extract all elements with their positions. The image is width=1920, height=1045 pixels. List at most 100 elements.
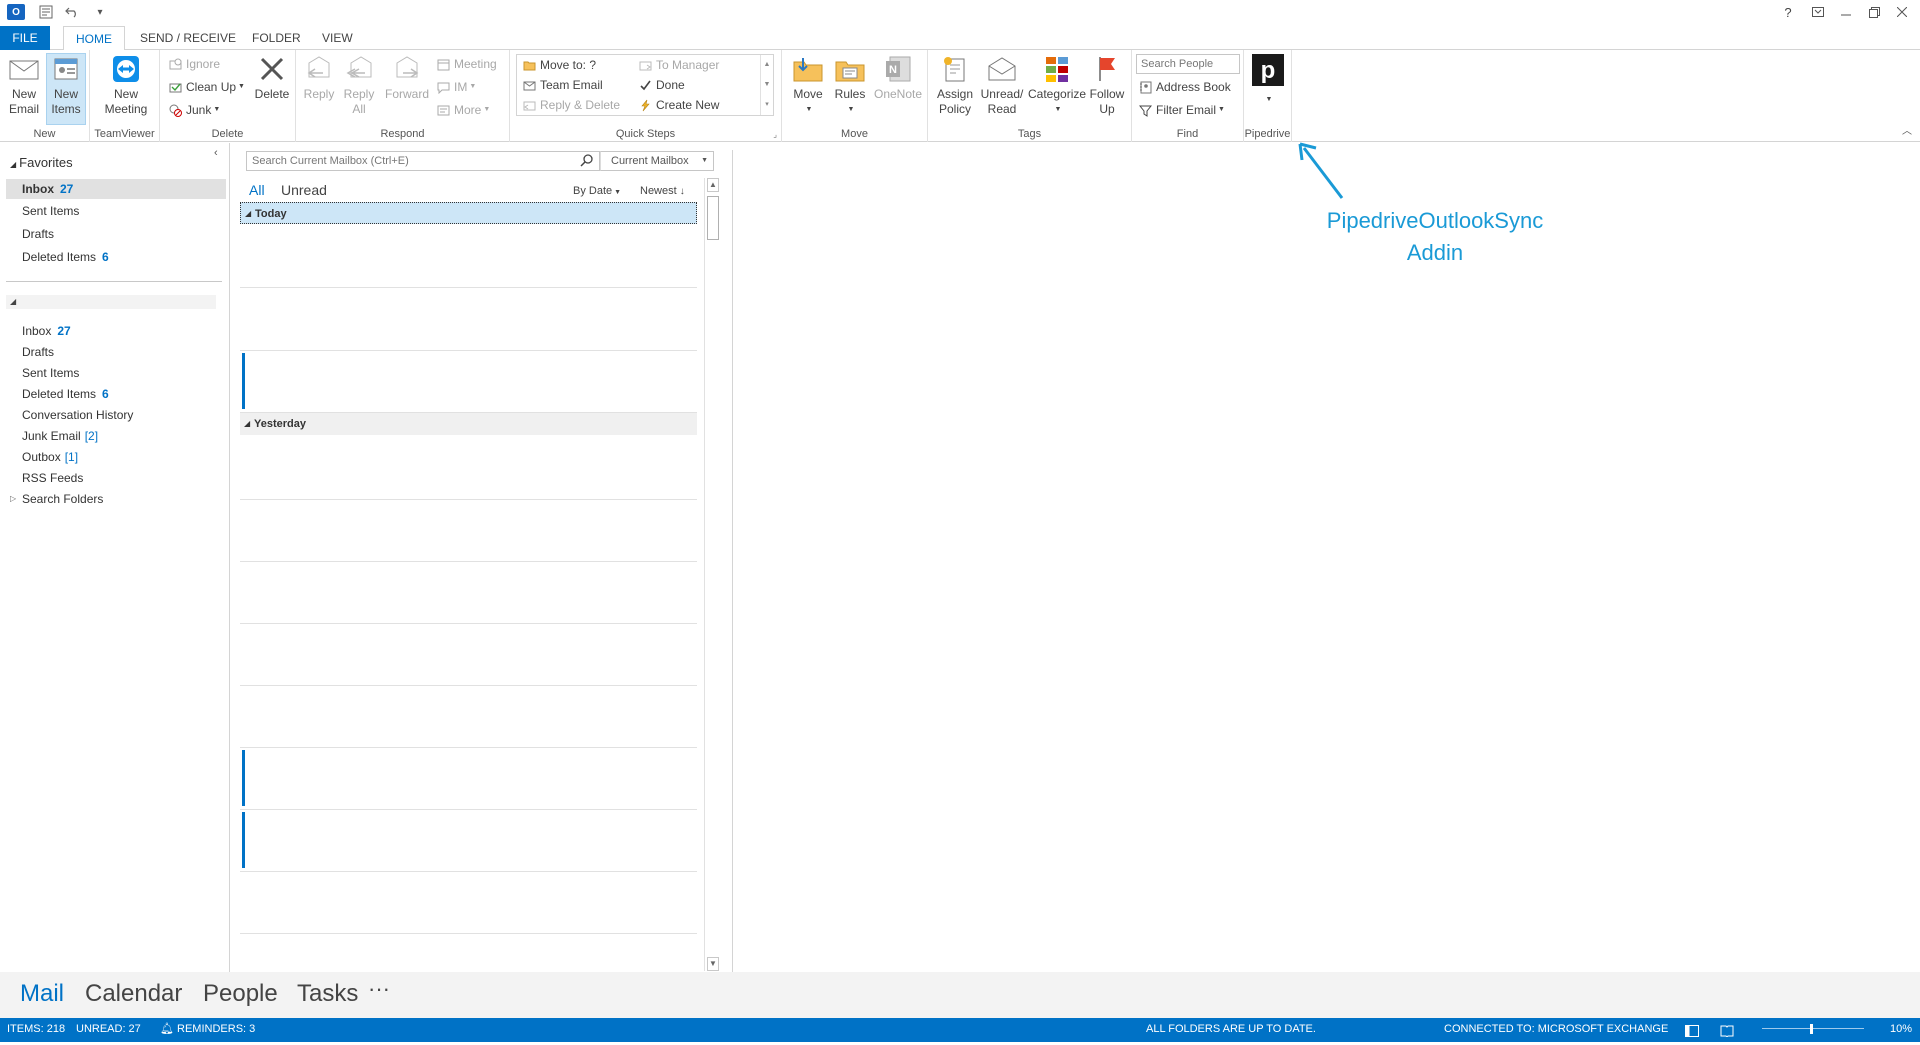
folder-search-folders[interactable]: ▷ Search Folders [10, 489, 103, 509]
tab-file[interactable]: FILE [0, 26, 50, 50]
collapse-ribbon-icon[interactable]: ︿ [1902, 122, 1912, 137]
search-people-input[interactable]: Search People [1136, 54, 1240, 74]
unread-read-button[interactable]: Unread/ Read [978, 54, 1026, 117]
clean-up-button[interactable]: Clean Up ▼ [168, 78, 245, 96]
ribbon-display-options-icon[interactable] [1804, 2, 1832, 22]
quick-step-reply-delete[interactable]: Reply & Delete [522, 96, 620, 114]
nav-more[interactable]: ··· [368, 976, 390, 1002]
minimize-icon[interactable] [1832, 2, 1860, 22]
favorites-header[interactable]: ◢ Favorites [10, 155, 73, 170]
search-mailbox-input[interactable]: Search Current Mailbox (Ctrl+E) [246, 151, 600, 171]
zoom-slider-thumb[interactable] [1810, 1024, 1813, 1034]
favorite-deleted-items[interactable]: Deleted Items 6 [22, 247, 109, 267]
scroll-down-icon[interactable]: ▼ [707, 957, 719, 971]
group-header-today[interactable]: ◢ Today [240, 202, 697, 224]
outlook-app-icon[interactable]: O [6, 2, 26, 22]
quick-steps-scroll[interactable]: ▲ ▼ ▾ [760, 55, 773, 115]
quick-step-to-manager[interactable]: To Manager [638, 56, 719, 74]
reading-pane-divider[interactable] [732, 150, 733, 972]
list-item[interactable] [240, 226, 697, 288]
filter-unread[interactable]: Unread [281, 182, 327, 198]
assign-policy-button[interactable]: Assign Policy [932, 54, 978, 117]
quick-step-create-new[interactable]: Create New [638, 96, 719, 114]
move-button[interactable]: Move ▼ [788, 54, 828, 117]
help-button[interactable]: ? [1774, 2, 1802, 22]
reply-all-button[interactable]: Reply All [342, 54, 376, 117]
forward-button[interactable]: Forward [384, 54, 430, 102]
scroll-up-icon[interactable]: ▲ [707, 178, 719, 192]
nav-tasks[interactable]: Tasks [297, 980, 358, 1008]
list-item[interactable] [240, 500, 697, 562]
categorize-button[interactable]: Categorize ▼ [1028, 54, 1086, 117]
folder-conversation-history[interactable]: Conversation History [22, 405, 133, 425]
folder-junk-email[interactable]: Junk Email [2] [22, 426, 98, 446]
list-item[interactable] [240, 624, 697, 686]
send-receive-all-icon[interactable] [36, 2, 56, 22]
pipedrive-button[interactable]: p ▼ [1250, 54, 1286, 107]
folder-deleted-items[interactable]: Deleted Items 6 [22, 384, 109, 404]
status-reminders[interactable]: 🔔︎ REMINDERS: 3 [160, 1018, 255, 1040]
list-item[interactable] [240, 872, 697, 934]
unread-read-label: Unread/ Read [980, 87, 1024, 116]
onenote-button[interactable]: N OneNote [872, 54, 924, 102]
folder-rss-feeds[interactable]: RSS Feeds [22, 468, 83, 488]
restore-icon[interactable] [1860, 2, 1888, 22]
group-move: Move ▼ Rules ▼ N OneNote Move [782, 50, 928, 142]
list-item[interactable] [240, 686, 697, 748]
close-icon[interactable] [1888, 2, 1916, 22]
im-button[interactable]: IM ▼ [436, 78, 476, 96]
quick-step-move-to[interactable]: Move to: ? [522, 56, 596, 74]
junk-button[interactable]: Junk ▼ [168, 101, 220, 119]
search-icon[interactable] [580, 153, 594, 170]
tab-folder[interactable]: FOLDER [240, 26, 313, 50]
list-item[interactable] [240, 351, 697, 413]
mailbox-header[interactable]: ◢ [6, 295, 216, 309]
list-item[interactable] [240, 562, 697, 624]
zoom-slider[interactable] [1762, 1028, 1864, 1029]
ribbon: New Email New Items New New Meeting Team… [0, 50, 1920, 142]
favorite-inbox[interactable]: Inbox 27 [6, 179, 226, 199]
more-respond-button[interactable]: More ▼ [436, 101, 490, 119]
list-item[interactable] [240, 289, 697, 351]
filter-all[interactable]: All [249, 182, 265, 198]
group-teamviewer-label: TeamViewer [94, 128, 155, 140]
list-item[interactable] [240, 438, 697, 500]
new-email-button[interactable]: New Email [6, 54, 42, 117]
collapse-folder-pane-icon[interactable]: ‹ [214, 147, 218, 159]
folder-outbox[interactable]: Outbox [1] [22, 447, 78, 467]
quick-steps-launcher-icon[interactable]: ⌟ [773, 130, 777, 139]
folder-sent-items[interactable]: Sent Items [22, 363, 79, 383]
meeting-button[interactable]: Meeting [436, 55, 497, 73]
reply-button[interactable]: Reply [302, 54, 336, 102]
ignore-button[interactable]: Ignore [168, 55, 220, 73]
customize-quick-access-dropdown[interactable]: ▾ [90, 2, 110, 22]
filter-email-button[interactable]: Filter Email ▼ [1138, 101, 1225, 119]
quick-step-team-email[interactable]: Team Email [522, 76, 603, 94]
nav-people[interactable]: People [203, 980, 278, 1008]
favorite-drafts[interactable]: Drafts [22, 224, 54, 244]
tab-send-receive[interactable]: SEND / RECEIVE [128, 26, 248, 50]
search-scope-dropdown[interactable]: Current Mailbox ▼ [600, 151, 714, 171]
folder-inbox[interactable]: Inbox 27 [22, 321, 71, 341]
sort-order-toggle[interactable]: Newest ↓ [640, 185, 685, 197]
group-header-yesterday[interactable]: ◢ Yesterday [240, 413, 697, 435]
sort-by-dropdown[interactable]: By Date ▼ [573, 185, 621, 197]
nav-mail[interactable]: Mail [20, 980, 64, 1008]
favorite-sent-items[interactable]: Sent Items [22, 201, 79, 221]
new-meeting-button[interactable]: New Meeting [98, 54, 154, 117]
folder-drafts[interactable]: Drafts [22, 342, 54, 362]
tab-view[interactable]: VIEW [310, 26, 365, 50]
message-list-scrollbar[interactable]: ▲ ▼ [704, 178, 720, 971]
tab-home[interactable]: HOME [63, 26, 125, 51]
address-book-button[interactable]: Address Book [1138, 78, 1231, 96]
new-items-button[interactable]: New Items [46, 53, 86, 125]
delete-button[interactable]: Delete [252, 54, 292, 102]
list-item[interactable] [240, 748, 697, 810]
scroll-thumb[interactable] [707, 196, 719, 240]
list-item[interactable] [240, 810, 697, 872]
follow-up-button[interactable]: Follow Up [1086, 54, 1128, 117]
undo-icon[interactable] [62, 2, 82, 22]
quick-step-done[interactable]: Done [638, 76, 685, 94]
nav-calendar[interactable]: Calendar [85, 980, 182, 1008]
rules-button[interactable]: Rules ▼ [830, 54, 870, 117]
